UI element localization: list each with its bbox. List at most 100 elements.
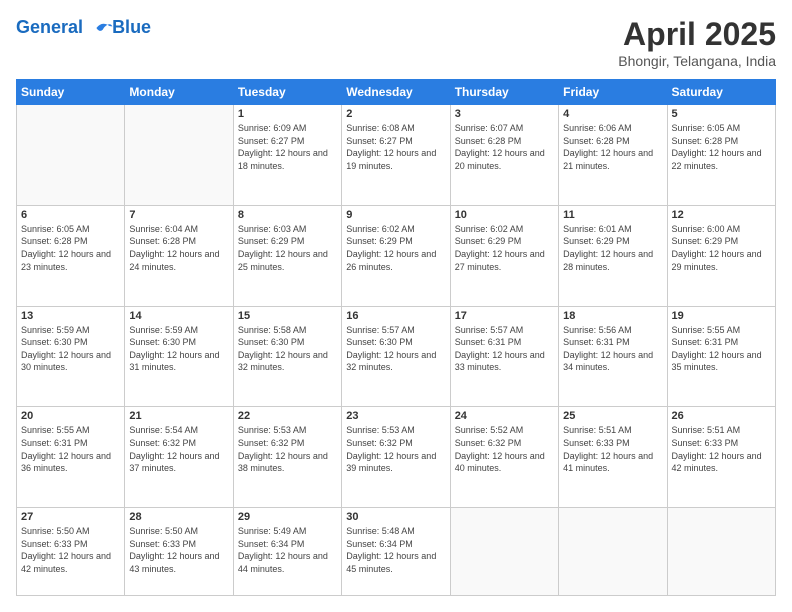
day-number: 22 bbox=[238, 410, 337, 422]
day-number: 14 bbox=[129, 310, 228, 322]
day-number: 11 bbox=[563, 209, 662, 221]
day-info: Sunrise: 6:01 AMSunset: 6:29 PMDaylight:… bbox=[563, 223, 662, 273]
table-row: 24 Sunrise: 5:52 AMSunset: 6:32 PMDayligh… bbox=[450, 407, 558, 508]
day-info: Sunrise: 5:49 AMSunset: 6:34 PMDaylight:… bbox=[238, 525, 337, 575]
location-subtitle: Bhongir, Telangana, India bbox=[618, 53, 776, 69]
table-row: 10 Sunrise: 6:02 AMSunset: 6:29 PMDayligh… bbox=[450, 205, 558, 306]
logo-general: General bbox=[16, 17, 83, 37]
day-info: Sunrise: 6:04 AMSunset: 6:28 PMDaylight:… bbox=[129, 223, 228, 273]
table-row: 29 Sunrise: 5:49 AMSunset: 6:34 PMDayligh… bbox=[233, 508, 341, 596]
day-number: 24 bbox=[455, 410, 554, 422]
day-number: 25 bbox=[563, 410, 662, 422]
table-row: 19 Sunrise: 5:55 AMSunset: 6:31 PMDayligh… bbox=[667, 306, 775, 407]
day-number: 28 bbox=[129, 511, 228, 523]
day-number: 23 bbox=[346, 410, 445, 422]
table-row: 8Sunrise: 6:03 AMSunset: 6:29 PMDaylight… bbox=[233, 205, 341, 306]
table-row: 6 Sunrise: 6:05 AMSunset: 6:28 PMDaylight… bbox=[17, 205, 125, 306]
day-info: Sunrise: 6:03 AMSunset: 6:29 PMDaylight:… bbox=[238, 223, 337, 273]
table-row: 18Sunrise: 5:56 AMSunset: 6:31 PMDayligh… bbox=[559, 306, 667, 407]
logo-blue: Blue bbox=[112, 18, 151, 38]
day-number: 2 bbox=[346, 108, 445, 120]
day-info: Sunrise: 6:05 AMSunset: 6:28 PMDaylight:… bbox=[21, 223, 120, 273]
page: General Blue April 2025 Bhongir, Telanga… bbox=[0, 0, 792, 612]
day-info: Sunrise: 6:00 AMSunset: 6:29 PMDaylight:… bbox=[672, 223, 771, 273]
table-row: 17 Sunrise: 5:57 AMSunset: 6:31 PMDayligh… bbox=[450, 306, 558, 407]
day-number: 5 bbox=[672, 108, 771, 120]
day-number: 21 bbox=[129, 410, 228, 422]
table-row: 27 Sunrise: 5:50 AMSunset: 6:33 PMDayligh… bbox=[17, 508, 125, 596]
day-number: 12 bbox=[672, 209, 771, 221]
table-row bbox=[667, 508, 775, 596]
day-info: Sunrise: 6:09 AMSunset: 6:27 PMDaylight:… bbox=[238, 122, 337, 172]
table-row: 1 Sunrise: 6:09 AMSunset: 6:27 PMDaylight… bbox=[233, 105, 341, 206]
calendar-week-row: 13Sunrise: 5:59 AMSunset: 6:30 PMDayligh… bbox=[17, 306, 776, 407]
month-title: April 2025 bbox=[618, 16, 776, 53]
day-info: Sunrise: 5:57 AMSunset: 6:30 PMDaylight:… bbox=[346, 324, 445, 374]
col-thursday: Thursday bbox=[450, 80, 558, 105]
day-info: Sunrise: 5:48 AMSunset: 6:34 PMDaylight:… bbox=[346, 525, 445, 575]
calendar-week-row: 20Sunrise: 5:55 AMSunset: 6:31 PMDayligh… bbox=[17, 407, 776, 508]
day-number: 6 bbox=[21, 209, 120, 221]
day-number: 10 bbox=[455, 209, 554, 221]
day-info: Sunrise: 5:50 AMSunset: 6:33 PMDaylight:… bbox=[129, 525, 228, 575]
day-info: Sunrise: 6:02 AMSunset: 6:29 PMDaylight:… bbox=[455, 223, 554, 273]
day-number: 29 bbox=[238, 511, 337, 523]
day-info: Sunrise: 5:50 AMSunset: 6:33 PMDaylight:… bbox=[21, 525, 120, 575]
day-number: 16 bbox=[346, 310, 445, 322]
calendar-week-row: 6 Sunrise: 6:05 AMSunset: 6:28 PMDaylight… bbox=[17, 205, 776, 306]
day-info: Sunrise: 5:57 AMSunset: 6:31 PMDaylight:… bbox=[455, 324, 554, 374]
col-tuesday: Tuesday bbox=[233, 80, 341, 105]
day-number: 19 bbox=[672, 310, 771, 322]
day-number: 4 bbox=[563, 108, 662, 120]
day-number: 1 bbox=[238, 108, 337, 120]
day-number: 30 bbox=[346, 511, 445, 523]
col-monday: Monday bbox=[125, 80, 233, 105]
logo-bird-icon bbox=[90, 16, 114, 40]
day-number: 27 bbox=[21, 511, 120, 523]
table-row: 21 Sunrise: 5:54 AMSunset: 6:32 PMDayligh… bbox=[125, 407, 233, 508]
table-row: 7 Sunrise: 6:04 AMSunset: 6:28 PMDaylight… bbox=[125, 205, 233, 306]
day-number: 26 bbox=[672, 410, 771, 422]
table-row: 11 Sunrise: 6:01 AMSunset: 6:29 PMDayligh… bbox=[559, 205, 667, 306]
col-friday: Friday bbox=[559, 80, 667, 105]
day-info: Sunrise: 5:53 AMSunset: 6:32 PMDaylight:… bbox=[238, 424, 337, 474]
table-row: 4 Sunrise: 6:06 AMSunset: 6:28 PMDaylight… bbox=[559, 105, 667, 206]
day-info: Sunrise: 5:55 AMSunset: 6:31 PMDaylight:… bbox=[672, 324, 771, 374]
day-info: Sunrise: 5:52 AMSunset: 6:32 PMDaylight:… bbox=[455, 424, 554, 474]
table-row: 23 Sunrise: 5:53 AMSunset: 6:32 PMDayligh… bbox=[342, 407, 450, 508]
calendar-week-row: 1 Sunrise: 6:09 AMSunset: 6:27 PMDaylight… bbox=[17, 105, 776, 206]
day-info: Sunrise: 5:59 AMSunset: 6:30 PMDaylight:… bbox=[129, 324, 228, 374]
day-number: 7 bbox=[129, 209, 228, 221]
day-info: Sunrise: 5:58 AMSunset: 6:30 PMDaylight:… bbox=[238, 324, 337, 374]
col-saturday: Saturday bbox=[667, 80, 775, 105]
day-number: 17 bbox=[455, 310, 554, 322]
table-row: 13Sunrise: 5:59 AMSunset: 6:30 PMDayligh… bbox=[17, 306, 125, 407]
table-row: 9Sunrise: 6:02 AMSunset: 6:29 PMDaylight… bbox=[342, 205, 450, 306]
day-info: Sunrise: 5:51 AMSunset: 6:33 PMDaylight:… bbox=[672, 424, 771, 474]
calendar-table: Sunday Monday Tuesday Wednesday Thursday… bbox=[16, 79, 776, 596]
header: General Blue April 2025 Bhongir, Telanga… bbox=[16, 16, 776, 69]
table-row: 26 Sunrise: 5:51 AMSunset: 6:33 PMDayligh… bbox=[667, 407, 775, 508]
calendar-header-row: Sunday Monday Tuesday Wednesday Thursday… bbox=[17, 80, 776, 105]
day-number: 3 bbox=[455, 108, 554, 120]
day-info: Sunrise: 5:54 AMSunset: 6:32 PMDaylight:… bbox=[129, 424, 228, 474]
table-row bbox=[17, 105, 125, 206]
table-row: 25 Sunrise: 5:51 AMSunset: 6:33 PMDayligh… bbox=[559, 407, 667, 508]
table-row: 22 Sunrise: 5:53 AMSunset: 6:32 PMDayligh… bbox=[233, 407, 341, 508]
day-info: Sunrise: 5:51 AMSunset: 6:33 PMDaylight:… bbox=[563, 424, 662, 474]
day-info: Sunrise: 6:05 AMSunset: 6:28 PMDaylight:… bbox=[672, 122, 771, 172]
col-sunday: Sunday bbox=[17, 80, 125, 105]
day-number: 9 bbox=[346, 209, 445, 221]
table-row: 12 Sunrise: 6:00 AMSunset: 6:29 PMDayligh… bbox=[667, 205, 775, 306]
table-row: 15Sunrise: 5:58 AMSunset: 6:30 PMDayligh… bbox=[233, 306, 341, 407]
table-row: 16 Sunrise: 5:57 AMSunset: 6:30 PMDayligh… bbox=[342, 306, 450, 407]
table-row: 30 Sunrise: 5:48 AMSunset: 6:34 PMDayligh… bbox=[342, 508, 450, 596]
table-row: 28 Sunrise: 5:50 AMSunset: 6:33 PMDayligh… bbox=[125, 508, 233, 596]
calendar-week-row: 27 Sunrise: 5:50 AMSunset: 6:33 PMDayligh… bbox=[17, 508, 776, 596]
table-row bbox=[125, 105, 233, 206]
day-info: Sunrise: 5:56 AMSunset: 6:31 PMDaylight:… bbox=[563, 324, 662, 374]
day-info: Sunrise: 5:53 AMSunset: 6:32 PMDaylight:… bbox=[346, 424, 445, 474]
title-block: April 2025 Bhongir, Telangana, India bbox=[618, 16, 776, 69]
day-info: Sunrise: 5:55 AMSunset: 6:31 PMDaylight:… bbox=[21, 424, 120, 474]
day-info: Sunrise: 6:06 AMSunset: 6:28 PMDaylight:… bbox=[563, 122, 662, 172]
